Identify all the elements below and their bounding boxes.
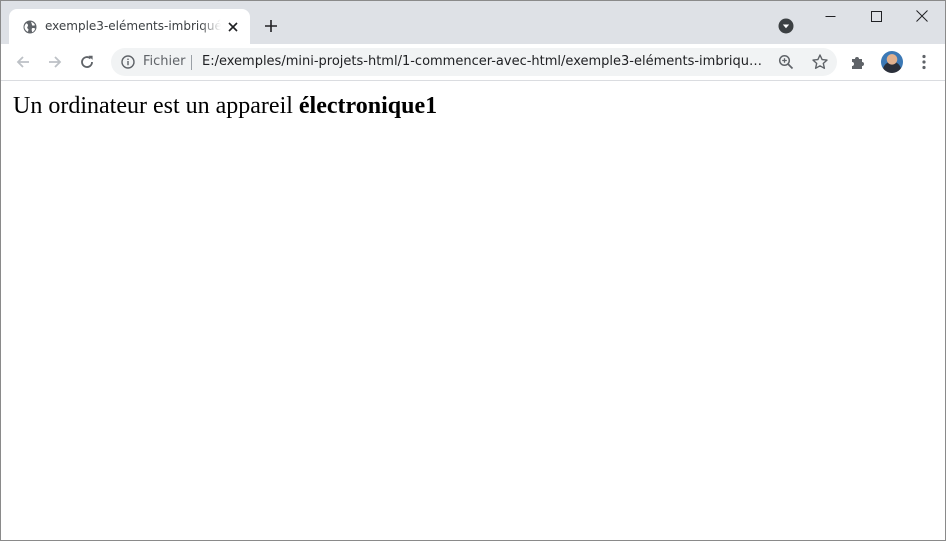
arrow-right-icon <box>49 56 62 68</box>
maximize-icon <box>870 10 882 22</box>
bold-text: électronique1 <box>298 93 438 119</box>
minimize-icon <box>825 15 835 17</box>
menu-button[interactable] <box>916 53 932 71</box>
new-tab-button[interactable] <box>260 15 282 37</box>
star-icon[interactable] <box>811 53 829 71</box>
url-text[interactable]: E:/exemples/mini-projets-html/1-commence… <box>202 54 764 71</box>
arrow-left-icon <box>16 56 29 68</box>
tab-search-button[interactable] <box>778 18 794 34</box>
globe-icon <box>23 20 37 34</box>
puzzle-icon <box>852 57 864 69</box>
tab-title: exemple3-eléments-imbriqués.html <box>45 19 221 33</box>
page-viewport: Un ordinateur est un appareil électroniq… <box>1 81 945 540</box>
back-button[interactable] <box>10 49 36 75</box>
scheme-label[interactable]: Fichier <box>143 54 186 70</box>
omnibox-separator <box>191 55 192 70</box>
tab-active[interactable]: exemple3-eléments-imbriqués.html <box>9 9 250 44</box>
info-icon[interactable] <box>121 55 135 69</box>
browser-window: exemple3-eléments-imbriqués.html <box>0 0 946 541</box>
browser-toolbar: Fichier E:/exemples/mini-projets-html/1-… <box>1 44 945 81</box>
maximize-button[interactable] <box>853 1 899 31</box>
page-paragraph: Un ordinateur est un appareil électroniq… <box>13 93 437 120</box>
kebab-menu-icon <box>922 54 926 70</box>
reload-icon <box>81 55 93 68</box>
reload-button[interactable] <box>74 49 100 75</box>
tab-strip: exemple3-eléments-imbriqués.html <box>1 1 945 44</box>
address-bar[interactable]: Fichier E:/exemples/mini-projets-html/1-… <box>111 48 837 76</box>
zoom-icon[interactable] <box>778 54 794 70</box>
extensions-button[interactable] <box>848 53 868 73</box>
plus-icon <box>265 20 277 32</box>
minimize-button[interactable] <box>807 1 853 31</box>
close-icon <box>916 10 928 22</box>
forward-button[interactable] <box>42 49 68 75</box>
chevron-down-icon <box>778 18 794 34</box>
paragraph-text: Un ordinateur est un appareil <box>13 93 299 119</box>
avatar[interactable] <box>881 51 903 73</box>
close-icon[interactable] <box>225 19 241 35</box>
window-close-button[interactable] <box>899 1 945 31</box>
